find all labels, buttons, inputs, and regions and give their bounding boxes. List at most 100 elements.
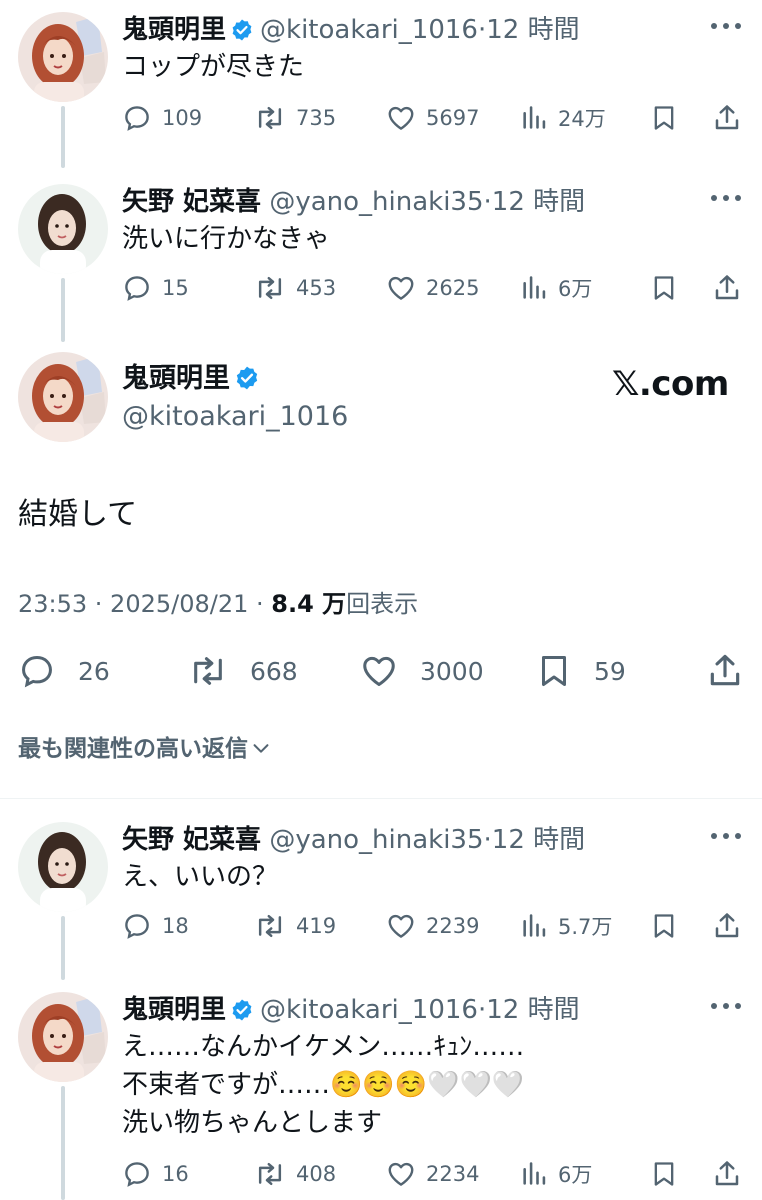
divider xyxy=(0,798,762,799)
main-avatar[interactable] xyxy=(18,352,108,442)
timestamp[interactable]: 12 時間 xyxy=(486,15,579,45)
retweet-button[interactable]: 453 xyxy=(254,268,336,308)
timestamp[interactable]: 12 時間 xyxy=(492,187,585,217)
like-count: 5697 xyxy=(426,106,480,130)
retweet-button[interactable]: 419 xyxy=(254,906,336,946)
reply-button[interactable]: 26 xyxy=(18,648,110,694)
like-icon xyxy=(388,276,414,300)
views-button[interactable]: 5.7万 xyxy=(520,906,612,946)
retweet-button[interactable]: 408 xyxy=(254,1154,336,1194)
thread-line xyxy=(61,1086,65,1200)
action-bar: 16 408 2234 6万 xyxy=(122,1154,744,1194)
views-count: 6万 xyxy=(558,277,593,301)
action-bar: 109 735 5697 24万 xyxy=(122,98,744,138)
reply-1[interactable]: 矢野 妃菜喜 @yano_hinaki35·12 時間 え、いいの？ 18 41… xyxy=(0,818,762,980)
reply-count: 109 xyxy=(162,106,203,130)
reply-2[interactable]: 鬼頭明里 @kitoakari_1016·12 時間 え……なんかイケメン……ｷｭ… xyxy=(0,988,762,1200)
views-icon xyxy=(523,1162,546,1185)
reply-button[interactable]: 15 xyxy=(122,268,189,308)
like-button[interactable]: 2234 xyxy=(386,1154,479,1194)
like-count: 2234 xyxy=(426,1162,480,1186)
tweet-header: 矢野 妃菜喜 @yano_hinaki35·12 時間 xyxy=(122,822,702,858)
views-button[interactable]: 6万 xyxy=(520,1154,592,1194)
bookmark-button[interactable] xyxy=(650,98,678,138)
views-icon xyxy=(523,914,546,937)
reply-icon xyxy=(125,106,149,131)
author-handle[interactable]: @yano_hinaki35 xyxy=(269,825,483,855)
more-icon[interactable] xyxy=(708,186,744,210)
retweet-count: 419 xyxy=(296,914,337,938)
like-count: 2239 xyxy=(426,914,480,938)
main-tweet-text: 結婚して xyxy=(18,497,138,532)
retweet-button[interactable]: 668 xyxy=(188,648,298,694)
author-name[interactable]: 鬼頭明里 xyxy=(122,995,226,1025)
bookmark-button[interactable] xyxy=(650,268,678,308)
retweet-button[interactable]: 735 xyxy=(254,98,336,138)
tweet-1[interactable]: 鬼頭明里 @kitoakari_1016·12 時間 コップが尽きた 109 73… xyxy=(0,8,762,168)
main-action-bar: 26 668 3000 59 xyxy=(18,648,744,694)
more-icon[interactable] xyxy=(708,994,744,1018)
more-icon[interactable] xyxy=(708,14,744,38)
author-handle[interactable]: @kitoakari_1016 xyxy=(260,995,478,1025)
reply-count: 18 xyxy=(162,914,189,938)
bookmark-button[interactable] xyxy=(650,906,678,946)
share-button[interactable] xyxy=(712,268,742,308)
author-handle[interactable]: @yano_hinaki35 xyxy=(269,187,483,217)
main-author-handle[interactable]: @kitoakari_1016 xyxy=(122,398,348,436)
separator-dot: · xyxy=(477,15,487,45)
tweet-text-line-2: 不束者ですが……☺️☺️☺️🤍🤍🤍 xyxy=(122,1070,525,1100)
like-button[interactable]: 2239 xyxy=(386,906,479,946)
tweet-header: 鬼頭明里 @kitoakari_1016·12 時間 xyxy=(122,992,702,1032)
like-button[interactable]: 5697 xyxy=(386,98,479,138)
bookmark-button[interactable] xyxy=(650,1154,678,1194)
views-icon xyxy=(523,276,546,299)
like-icon xyxy=(388,1162,414,1186)
bookmark-button[interactable]: 59 xyxy=(536,648,626,694)
main-author-name[interactable]: 鬼頭明里 xyxy=(122,360,266,402)
share-button[interactable] xyxy=(712,906,742,946)
reply-icon xyxy=(22,656,52,688)
bookmark-icon xyxy=(654,914,674,938)
more-icon[interactable] xyxy=(708,824,744,848)
reply-button[interactable]: 18 xyxy=(122,906,189,946)
author-handle[interactable]: @kitoakari_1016 xyxy=(260,15,478,45)
share-button[interactable] xyxy=(706,648,744,694)
like-button[interactable]: 2625 xyxy=(386,268,479,308)
retweet-icon xyxy=(258,106,282,130)
views-button[interactable]: 24万 xyxy=(520,98,606,138)
share-button[interactable] xyxy=(712,98,742,138)
timestamp[interactable]: 12 時間 xyxy=(492,825,585,855)
retweet-icon xyxy=(258,1162,282,1186)
reply-button[interactable]: 109 xyxy=(122,98,202,138)
share-icon xyxy=(710,654,740,686)
share-icon xyxy=(715,913,739,938)
thread-line xyxy=(61,106,65,168)
author-name[interactable]: 矢野 妃菜喜 xyxy=(122,187,261,217)
reply-button[interactable]: 16 xyxy=(122,1154,189,1194)
tweet-2[interactable]: 矢野 妃菜喜 @yano_hinaki35·12 時間 洗いに行かなきゃ 15 … xyxy=(0,180,762,342)
tweet-text-line-1: え……なんかイケメン……ｷｭﾝ…… xyxy=(122,1032,525,1062)
like-button[interactable]: 3000 xyxy=(360,648,484,694)
tweet-text: え、いいの？ xyxy=(122,862,279,892)
views-count: 24万 xyxy=(558,107,606,131)
views-count: 5.7万 xyxy=(558,915,613,939)
thread-line xyxy=(61,916,65,980)
main-timestamp[interactable]: 23:53 · 2025/08/21 · xyxy=(18,590,271,618)
bookmark-icon xyxy=(654,1162,674,1186)
x-com-watermark: 𝕏.com xyxy=(612,364,729,404)
avatar[interactable] xyxy=(18,992,108,1082)
timestamp[interactable]: 12 時間 xyxy=(486,995,579,1025)
share-button[interactable] xyxy=(712,1154,742,1194)
tweet-header: 鬼頭明里 @kitoakari_1016·12 時間 xyxy=(122,12,702,52)
avatar[interactable] xyxy=(18,822,108,912)
views-button[interactable]: 6万 xyxy=(520,268,592,308)
reply-sort-selector[interactable]: 最も関連性の高い返信 xyxy=(18,732,272,766)
avatar[interactable] xyxy=(18,184,108,274)
author-name[interactable]: 鬼頭明里 xyxy=(122,15,226,45)
bookmark-count: 59 xyxy=(594,656,626,686)
share-icon xyxy=(715,105,739,130)
author-name[interactable]: 矢野 妃菜喜 xyxy=(122,825,261,855)
reply-sort-label: 最も関連性の高い返信 xyxy=(18,736,248,762)
reply-icon xyxy=(125,1162,149,1187)
avatar[interactable] xyxy=(18,12,108,102)
